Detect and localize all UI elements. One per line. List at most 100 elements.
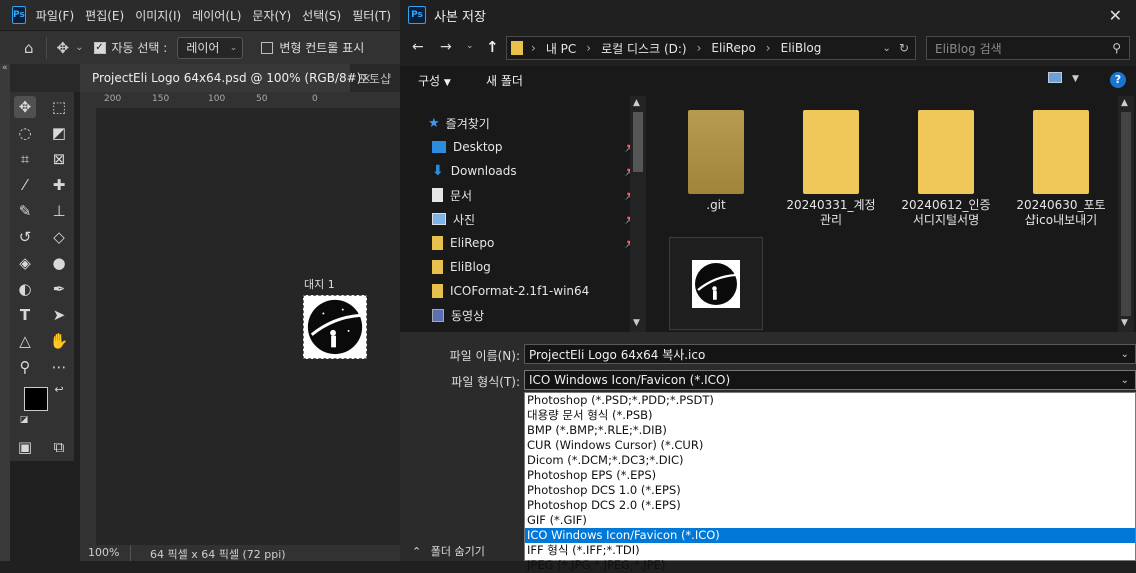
pen-tool-icon[interactable]: ✒ (48, 278, 70, 300)
marquee-tool-icon[interactable]: ⬚ (48, 96, 70, 118)
filetype-option[interactable]: JPEG (*.JPG;*.JPEG;*.JPE) (525, 558, 1135, 573)
filetype-option[interactable]: BMP (*.BMP;*.RLE;*.DIB) (525, 423, 1135, 438)
lasso-tool-icon[interactable]: ◌ (14, 122, 36, 144)
nav-item-pictures[interactable]: 사진 📌 (432, 207, 637, 231)
eyedropper-tool-icon[interactable]: ⁄ (14, 174, 36, 196)
folder-item-account[interactable]: 20240331_계정 관리 (781, 110, 881, 228)
filetype-option-selected[interactable]: ICO Windows Icon/Favicon (*.ICO) (525, 528, 1135, 543)
scroll-up-icon[interactable]: ▲ (1121, 98, 1128, 108)
canvas-area[interactable]: 대지 1 (96, 108, 400, 545)
more-tools-icon[interactable]: ⋯ (48, 356, 70, 378)
folder-item-git[interactable]: .git (666, 110, 766, 213)
hide-folders-button[interactable]: ⌃ 폴더 숨기기 (412, 543, 485, 559)
search-icon[interactable]: ⚲ (1112, 41, 1121, 55)
menu-select[interactable]: 선택(S) (302, 7, 341, 24)
nav-item-desktop[interactable]: Desktop 📌 (432, 135, 637, 159)
paint-bucket-tool-icon[interactable]: ◈ (14, 252, 36, 274)
menu-edit[interactable]: 편집(E) (85, 7, 124, 24)
move-tool-icon[interactable]: ✥ (57, 39, 70, 57)
auto-select-dropdown[interactable]: 레이어 ⌄ (177, 36, 244, 59)
nav-item-icoformat[interactable]: ICOFormat-2.1f1-win64 (432, 279, 637, 303)
swap-colors-icon[interactable]: ↩ (52, 382, 66, 396)
file-item-ico[interactable] (669, 237, 763, 330)
nav-item-favorites[interactable]: ★ 즐겨찾기 (428, 111, 633, 135)
zoom-level[interactable]: 100% (88, 546, 119, 559)
tool-preset-chevron-icon[interactable]: ⌄ (75, 42, 83, 53)
folder-item-certificate[interactable]: 20240612_인증 서디지털서명 (896, 110, 996, 228)
home-icon[interactable]: ⌂ (24, 39, 34, 57)
chevron-down-icon[interactable]: ⌄ (1121, 349, 1129, 360)
menu-layer[interactable]: 레이어(L) (192, 7, 241, 24)
address-dropdown-icon[interactable]: ⌄ (883, 43, 891, 54)
foreground-color-swatch[interactable] (24, 387, 48, 411)
scrollbar-thumb[interactable] (1121, 112, 1131, 316)
breadcrumb-item[interactable]: EliBlog (781, 41, 822, 55)
menu-file[interactable]: 파일(F) (36, 7, 74, 24)
artboard[interactable] (303, 295, 367, 359)
nav-item-downloads[interactable]: ⬇ Downloads 📌 (432, 159, 637, 183)
breadcrumb[interactable]: › 내 PC › 로컬 디스크 (D:) › EliRepo › EliBlog… (506, 36, 916, 60)
view-options-icon[interactable] (1048, 72, 1062, 83)
nav-item-documents[interactable]: 문서 📌 (432, 183, 637, 207)
close-icon[interactable]: ✕ (1109, 6, 1122, 25)
frame-tool-icon[interactable]: ⊠ (48, 148, 70, 170)
tab-other-document[interactable]: 포토샵 (350, 64, 400, 92)
type-tool-icon[interactable]: T (14, 304, 36, 326)
filetype-option[interactable]: Photoshop DCS 2.0 (*.EPS) (525, 498, 1135, 513)
zoom-tool-icon[interactable]: ⚲ (14, 356, 36, 378)
back-arrow-icon[interactable]: ← (412, 39, 424, 55)
scroll-down-icon[interactable]: ▼ (1121, 318, 1128, 328)
filetype-option[interactable]: GIF (*.GIF) (525, 513, 1135, 528)
object-select-tool-icon[interactable]: ◩ (48, 122, 70, 144)
filetype-dropdown-list[interactable]: Photoshop (*.PSD;*.PDD;*.PSDT) 대용량 문서 형식… (524, 392, 1136, 572)
filetype-option[interactable]: Photoshop DCS 1.0 (*.EPS) (525, 483, 1135, 498)
brush-tool-icon[interactable]: ✎ (14, 200, 36, 222)
breadcrumb-item[interactable]: 로컬 디스크 (D:) (601, 40, 686, 57)
stamp-tool-icon[interactable]: ⊥ (48, 200, 70, 222)
new-folder-button[interactable]: 새 폴더 (486, 72, 523, 89)
eraser-tool-icon[interactable]: ◇ (48, 226, 70, 248)
scroll-down-icon[interactable]: ▼ (633, 318, 640, 328)
view-options-chevron-icon[interactable]: ▼ (1072, 74, 1079, 84)
filetype-select[interactable]: ICO Windows Icon/Favicon (*.ICO) ⌄ (524, 370, 1136, 390)
default-colors-icon[interactable]: ◪ (18, 414, 30, 426)
dodge-tool-icon[interactable]: ◐ (14, 278, 36, 300)
screen-mode-icon[interactable]: ⧉ (48, 436, 70, 458)
filetype-option[interactable]: 대용량 문서 형식 (*.PSB) (525, 408, 1135, 423)
filetype-option[interactable]: IFF 형식 (*.IFF;*.TDI) (525, 543, 1135, 558)
nav-scrollbar[interactable]: ▲ ▼ (630, 96, 646, 332)
forward-arrow-icon[interactable]: → (440, 39, 452, 55)
shape-tool-icon[interactable]: △ (14, 330, 36, 352)
refresh-icon[interactable]: ↻ (899, 41, 909, 55)
path-select-tool-icon[interactable]: ➤ (48, 304, 70, 326)
menu-type[interactable]: 문자(Y) (252, 7, 291, 24)
quick-mask-icon[interactable]: ▣ (14, 436, 36, 458)
search-box[interactable]: EliBlog 검색 ⚲ (926, 36, 1130, 60)
scroll-up-icon[interactable]: ▲ (633, 98, 640, 108)
nav-item-eliblog[interactable]: EliBlog (432, 255, 637, 279)
healing-brush-tool-icon[interactable]: ✚ (48, 174, 70, 196)
breadcrumb-item[interactable]: 내 PC (546, 40, 576, 57)
nav-item-videos[interactable]: 동영상 (432, 303, 637, 327)
transform-controls-checkbox[interactable] (261, 41, 274, 54)
hand-tool-icon[interactable]: ✋ (48, 330, 70, 352)
organize-button[interactable]: 구성 ▼ (418, 72, 451, 89)
chevron-down-icon[interactable]: ⌄ (1121, 375, 1129, 386)
filename-input[interactable]: ProjectEli Logo 64x64 복사.ico ⌄ (524, 344, 1136, 364)
filetype-option[interactable]: Photoshop (*.PSD;*.PDD;*.PSDT) (525, 393, 1135, 408)
auto-select-checkbox[interactable]: ✓ (93, 41, 106, 54)
panel-collapse-strip[interactable]: « (0, 63, 10, 92)
crop-tool-icon[interactable]: ⌗ (14, 148, 36, 170)
scrollbar-thumb[interactable] (633, 112, 643, 172)
move-tool-icon[interactable]: ✥ (14, 96, 36, 118)
recent-locations-chevron-icon[interactable]: ⌄ (466, 41, 474, 51)
history-brush-tool-icon[interactable]: ↺ (14, 226, 36, 248)
help-icon[interactable]: ? (1110, 72, 1126, 88)
up-arrow-icon[interactable]: ↑ (486, 38, 499, 56)
menu-filter[interactable]: 필터(T) (352, 7, 391, 24)
files-scrollbar[interactable]: ▲ ▼ (1118, 96, 1134, 332)
filetype-option[interactable]: CUR (Windows Cursor) (*.CUR) (525, 438, 1135, 453)
nav-item-elirepo[interactable]: EliRepo 📌 (432, 231, 637, 255)
folder-item-photoshop-export[interactable]: 20240630_포토 샵ico내보내기 (1011, 110, 1111, 228)
breadcrumb-item[interactable]: EliRepo (711, 41, 755, 55)
